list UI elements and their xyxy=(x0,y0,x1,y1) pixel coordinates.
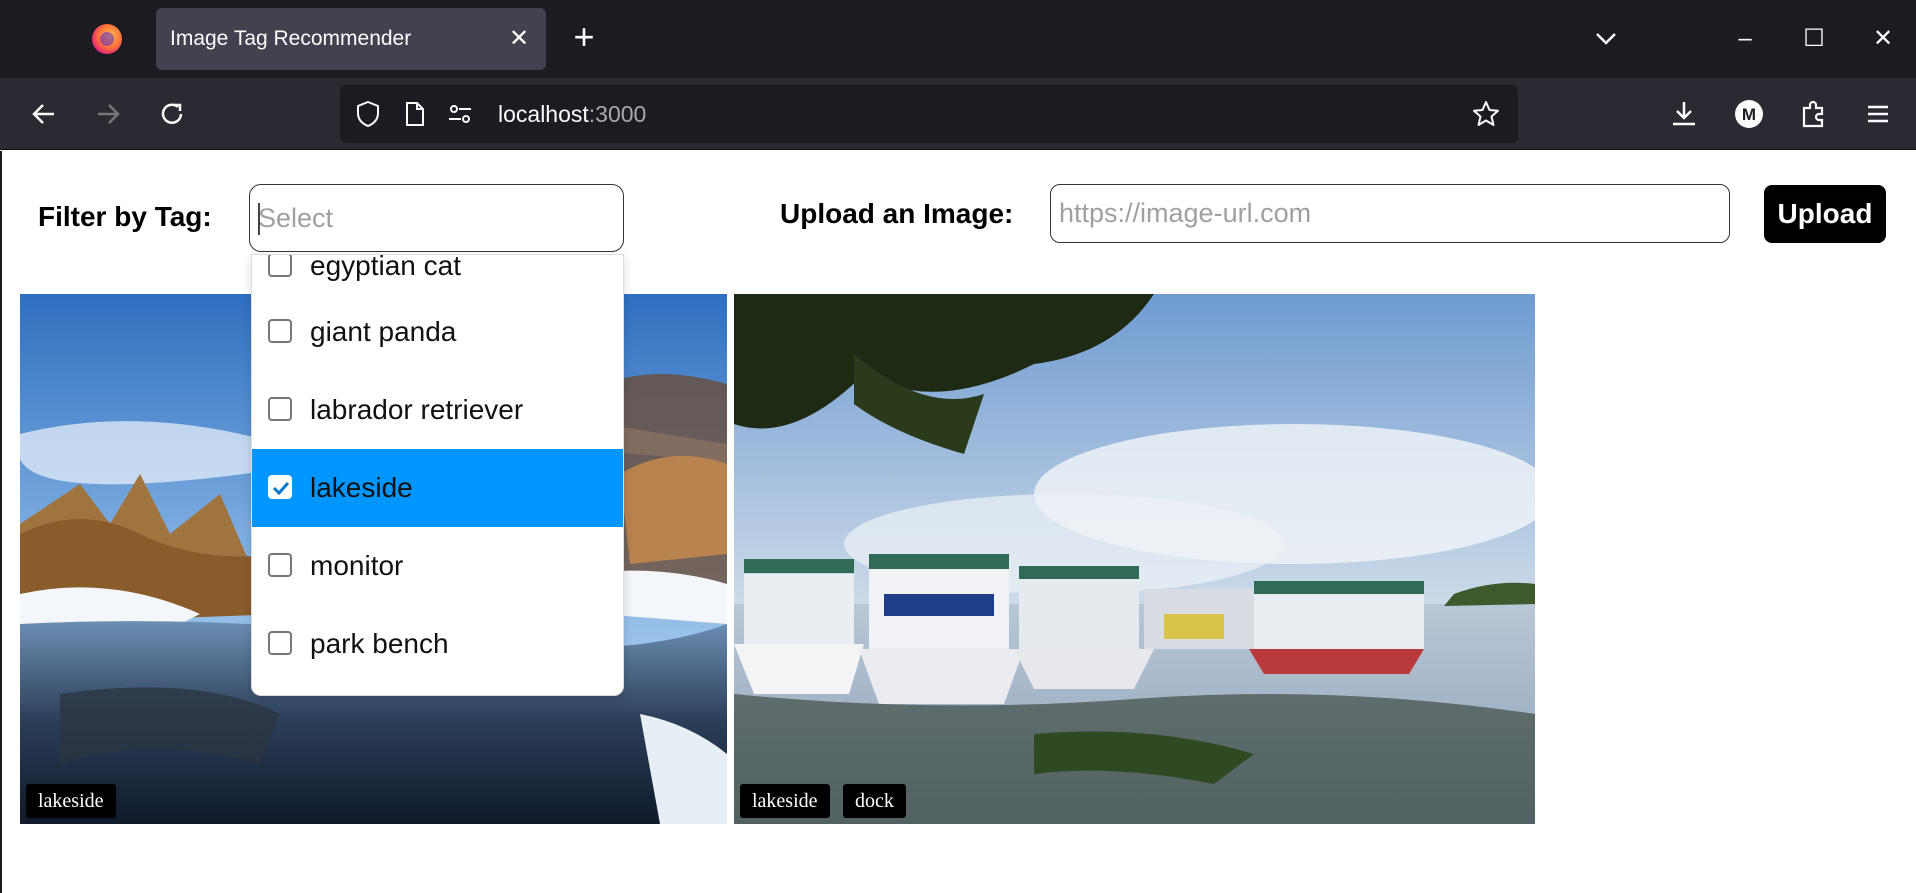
tab-close-icon[interactable]: ✕ xyxy=(504,24,534,54)
browser-toolbar: localhost:3000 M xyxy=(0,78,1916,150)
minimize-icon[interactable]: – xyxy=(1726,20,1764,58)
checkbox[interactable] xyxy=(268,319,292,343)
option-label: giant panda xyxy=(310,316,457,347)
tag-select[interactable] xyxy=(249,184,624,252)
forward-arrow-icon[interactable] xyxy=(90,96,126,132)
dropdown-option[interactable]: monitor xyxy=(252,527,623,605)
checkbox-checked[interactable] xyxy=(268,475,292,499)
dropdown-option-selected[interactable]: lakeside xyxy=(252,449,623,527)
filter-label: Filter by Tag: xyxy=(38,201,212,232)
dropdown-option[interactable]: giant panda xyxy=(252,293,623,371)
app-page: Filter by Tag: Upload an Image: Upload xyxy=(0,151,1916,893)
site-permissions-icon[interactable] xyxy=(444,98,476,130)
option-label: lakeside xyxy=(310,472,413,503)
account-avatar-icon[interactable]: M xyxy=(1731,96,1767,132)
bookmark-star-icon[interactable] xyxy=(1470,98,1502,130)
image-url-input[interactable] xyxy=(1050,184,1730,243)
text-cursor xyxy=(258,203,260,235)
image-card[interactable]: lakeside dock xyxy=(734,294,1535,824)
browser-tab-active[interactable]: Image Tag Recommender ✕ xyxy=(156,8,546,70)
dropdown-option[interactable]: labrador retriever xyxy=(252,371,623,449)
checkmark-icon xyxy=(272,481,290,496)
url-port: :3000 xyxy=(588,101,647,127)
option-label: monitor xyxy=(310,550,404,581)
avatar-initial: M xyxy=(1742,105,1756,124)
chevron-down-icon[interactable] xyxy=(1590,22,1622,54)
back-arrow-icon[interactable] xyxy=(26,96,62,132)
dropdown-option[interactable]: park bench xyxy=(252,605,623,683)
tag-dropdown-menu[interactable]: egyptian cat giant panda labrador retrie… xyxy=(251,254,624,696)
reload-icon[interactable] xyxy=(154,96,190,132)
image-tag: lakeside xyxy=(740,784,830,818)
url-host: localhost xyxy=(498,101,589,127)
checkbox[interactable] xyxy=(268,255,292,277)
checkbox[interactable] xyxy=(268,553,292,577)
page-icon[interactable] xyxy=(398,98,430,130)
extensions-puzzle-icon[interactable] xyxy=(1796,96,1832,132)
firefox-logo-icon xyxy=(92,24,122,54)
browser-tab-bar: Image Tag Recommender ✕ + – ☐ ✕ xyxy=(0,0,1916,78)
option-label: park bench xyxy=(310,628,449,659)
tab-title: Image Tag Recommender xyxy=(170,27,412,50)
address-bar[interactable]: localhost:3000 xyxy=(340,85,1518,143)
boats-dock-photo xyxy=(734,294,1535,824)
new-tab-plus-icon[interactable]: + xyxy=(566,19,602,56)
upload-label: Upload an Image: xyxy=(780,198,1014,229)
download-icon[interactable] xyxy=(1666,96,1702,132)
upload-button[interactable]: Upload xyxy=(1764,185,1886,243)
option-label: labrador retriever xyxy=(310,394,524,425)
image-tag: dock xyxy=(843,784,906,818)
window-close-icon[interactable]: ✕ xyxy=(1864,20,1902,58)
hamburger-menu-icon[interactable] xyxy=(1860,96,1896,132)
maximize-icon[interactable]: ☐ xyxy=(1795,20,1833,58)
checkbox[interactable] xyxy=(268,631,292,655)
shield-icon[interactable] xyxy=(352,98,384,130)
tag-select-input[interactable] xyxy=(258,197,608,239)
url-text[interactable]: localhost:3000 xyxy=(498,85,646,143)
checkbox[interactable] xyxy=(268,397,292,421)
image-tag: lakeside xyxy=(26,784,116,818)
